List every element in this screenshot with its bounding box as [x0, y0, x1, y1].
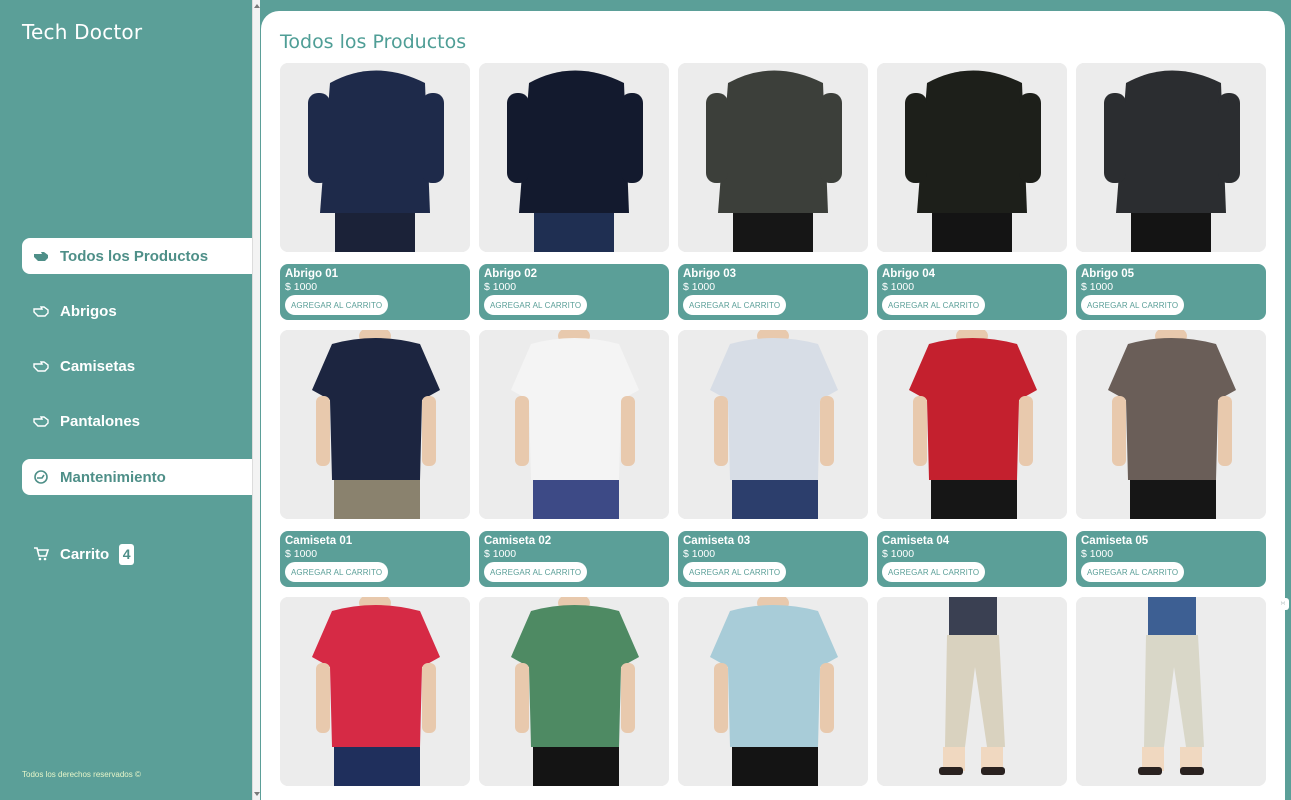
product-name: Abrigo 04 [882, 268, 936, 280]
nav-item-carrito[interactable]: Carrito 4 [22, 536, 252, 572]
product-image[interactable] [479, 63, 669, 252]
product-card: Abrigo 01 $ 1000 AGREGAR AL CARRITO [280, 63, 470, 320]
product-name: Abrigo 05 [1081, 268, 1135, 280]
product-image[interactable] [678, 63, 868, 252]
product-info: Abrigo 02 $ 1000 AGREGAR AL CARRITO [479, 264, 669, 320]
cart-count-badge: 4 [119, 543, 135, 565]
nav-label: Abrigos [60, 302, 117, 320]
product-card [1076, 597, 1266, 786]
product-name: Abrigo 01 [285, 268, 339, 280]
add-to-cart-button[interactable]: AGREGAR AL CARRITO [285, 562, 389, 582]
brand-title: Tech Doctor [22, 20, 143, 44]
product-info: Camiseta 01 $ 1000 AGREGAR AL CARRITO [280, 531, 470, 587]
product-image[interactable] [1076, 597, 1266, 786]
nav-item-todos[interactable]: Todos los Productos [22, 238, 252, 274]
product-card [678, 597, 868, 786]
product-price: $ 1000 [484, 548, 517, 560]
product-card: Abrigo 05 $ 1000 AGREGAR AL CARRITO [1076, 63, 1266, 320]
copyright-text: Todos los derechos reservados © [22, 770, 141, 779]
product-card: Camiseta 05 $ 1000 AGREGAR AL CARRITO [1076, 330, 1266, 587]
scroll-down-arrow-icon[interactable] [254, 792, 260, 796]
product-name: Camiseta 04 [882, 535, 950, 547]
cart-icon [32, 545, 50, 563]
nav-item-camisetas[interactable]: Camisetas [22, 348, 252, 384]
product-image[interactable] [280, 330, 470, 519]
product-price: $ 1000 [683, 548, 716, 560]
pointing-hand-outline-icon [32, 302, 50, 320]
product-info: Abrigo 05 $ 1000 AGREGAR AL CARRITO [1076, 264, 1266, 320]
product-price: $ 1000 [683, 281, 716, 293]
product-card: Abrigo 02 $ 1000 AGREGAR AL CARRITO [479, 63, 669, 320]
product-image[interactable] [877, 597, 1067, 786]
add-to-cart-button[interactable]: AGREGAR AL CARRITO [484, 562, 588, 582]
product-image[interactable] [678, 330, 868, 519]
product-price: $ 1000 [484, 281, 517, 293]
product-info: Abrigo 03 $ 1000 AGREGAR AL CARRITO [678, 264, 868, 320]
product-name: Camiseta 03 [683, 535, 751, 547]
product-info: Camiseta 03 $ 1000 AGREGAR AL CARRITO [678, 531, 868, 587]
pointing-hand-icon [32, 247, 50, 265]
product-image[interactable] [877, 63, 1067, 252]
product-price: $ 1000 [285, 548, 318, 560]
product-card: Camiseta 01 $ 1000 AGREGAR AL CARRITO [280, 330, 470, 587]
product-name: Camiseta 02 [484, 535, 552, 547]
scroll-up-arrow-icon[interactable] [254, 4, 260, 8]
sidebar: Tech Doctor Todos los Productos Abrigos … [0, 0, 252, 800]
add-to-cart-button[interactable]: AGREGAR AL CARRITO [683, 562, 787, 582]
add-to-cart-button[interactable]: AGREGAR AL CARRITO [683, 295, 787, 315]
product-card [479, 597, 669, 786]
pointing-hand-outline-icon [32, 357, 50, 375]
sidebar-scrollbar[interactable] [252, 0, 260, 800]
product-name: Camiseta 05 [1081, 535, 1149, 547]
cart-label: Carrito [60, 545, 110, 563]
product-info: Camiseta 04 $ 1000 AGREGAR AL CARRITO [877, 531, 1067, 587]
product-price: $ 1000 [285, 281, 318, 293]
nav-item-pantalones[interactable]: Pantalones [22, 403, 252, 439]
nav-item-mantenimiento[interactable]: Mantenimiento [22, 459, 252, 495]
product-card: Abrigo 03 $ 1000 AGREGAR AL CARRITO [678, 63, 868, 320]
product-name: Abrigo 02 [484, 268, 538, 280]
product-price: $ 1000 [1081, 281, 1114, 293]
product-card: Camiseta 03 $ 1000 AGREGAR AL CARRITO [678, 330, 868, 587]
product-price: $ 1000 [882, 548, 915, 560]
product-image[interactable] [479, 597, 669, 786]
product-image[interactable] [479, 330, 669, 519]
add-to-cart-button[interactable]: AGREGAR AL CARRITO [484, 295, 588, 315]
product-card: Camiseta 04 $ 1000 AGREGAR AL CARRITO [877, 330, 1067, 587]
pointing-hand-outline-icon [32, 412, 50, 430]
nav-label: Pantalones [60, 412, 141, 430]
nav-label: Todos los Productos [60, 247, 209, 265]
page-title: Todos los Productos [280, 31, 467, 53]
product-info: Abrigo 04 $ 1000 AGREGAR AL CARRITO [877, 264, 1067, 320]
product-image[interactable] [280, 63, 470, 252]
product-info: Camiseta 02 $ 1000 AGREGAR AL CARRITO [479, 531, 669, 587]
add-to-cart-button[interactable]: AGREGAR AL CARRITO [882, 562, 986, 582]
product-price: $ 1000 [1081, 548, 1114, 560]
product-info: Abrigo 01 $ 1000 AGREGAR AL CARRITO [280, 264, 470, 320]
product-card: Abrigo 04 $ 1000 AGREGAR AL CARRITO [877, 63, 1067, 320]
gear-hand-icon [32, 468, 50, 486]
add-to-cart-button[interactable]: AGREGAR AL CARRITO [285, 295, 389, 315]
product-image[interactable] [877, 330, 1067, 519]
product-card [877, 597, 1067, 786]
product-card [280, 597, 470, 786]
product-image[interactable] [678, 597, 868, 786]
product-image[interactable] [280, 597, 470, 786]
product-price: $ 1000 [882, 281, 915, 293]
product-name: Abrigo 03 [683, 268, 737, 280]
add-to-cart-button[interactable]: AGREGAR AL CARRITO [1081, 562, 1185, 582]
product-image[interactable] [1076, 63, 1266, 252]
product-grid: Abrigo 01 $ 1000 AGREGAR AL CARRITO Abrigo … [280, 63, 1266, 786]
product-card: Camiseta 02 $ 1000 AGREGAR AL CARRITO [479, 330, 669, 587]
product-name: Camiseta 01 [285, 535, 353, 547]
nav-item-abrigos[interactable]: Abrigos [22, 293, 252, 329]
expand-icon[interactable]: ›‹ [1277, 598, 1289, 610]
nav-label: Camisetas [60, 357, 136, 375]
product-info: Camiseta 05 $ 1000 AGREGAR AL CARRITO [1076, 531, 1266, 587]
add-to-cart-button[interactable]: AGREGAR AL CARRITO [1081, 295, 1185, 315]
product-image[interactable] [1076, 330, 1266, 519]
nav-label: Mantenimiento [60, 468, 166, 486]
main-content: Todos los Productos Abrigo 01 $ 1000 AGREG… [261, 11, 1285, 800]
add-to-cart-button[interactable]: AGREGAR AL CARRITO [882, 295, 986, 315]
